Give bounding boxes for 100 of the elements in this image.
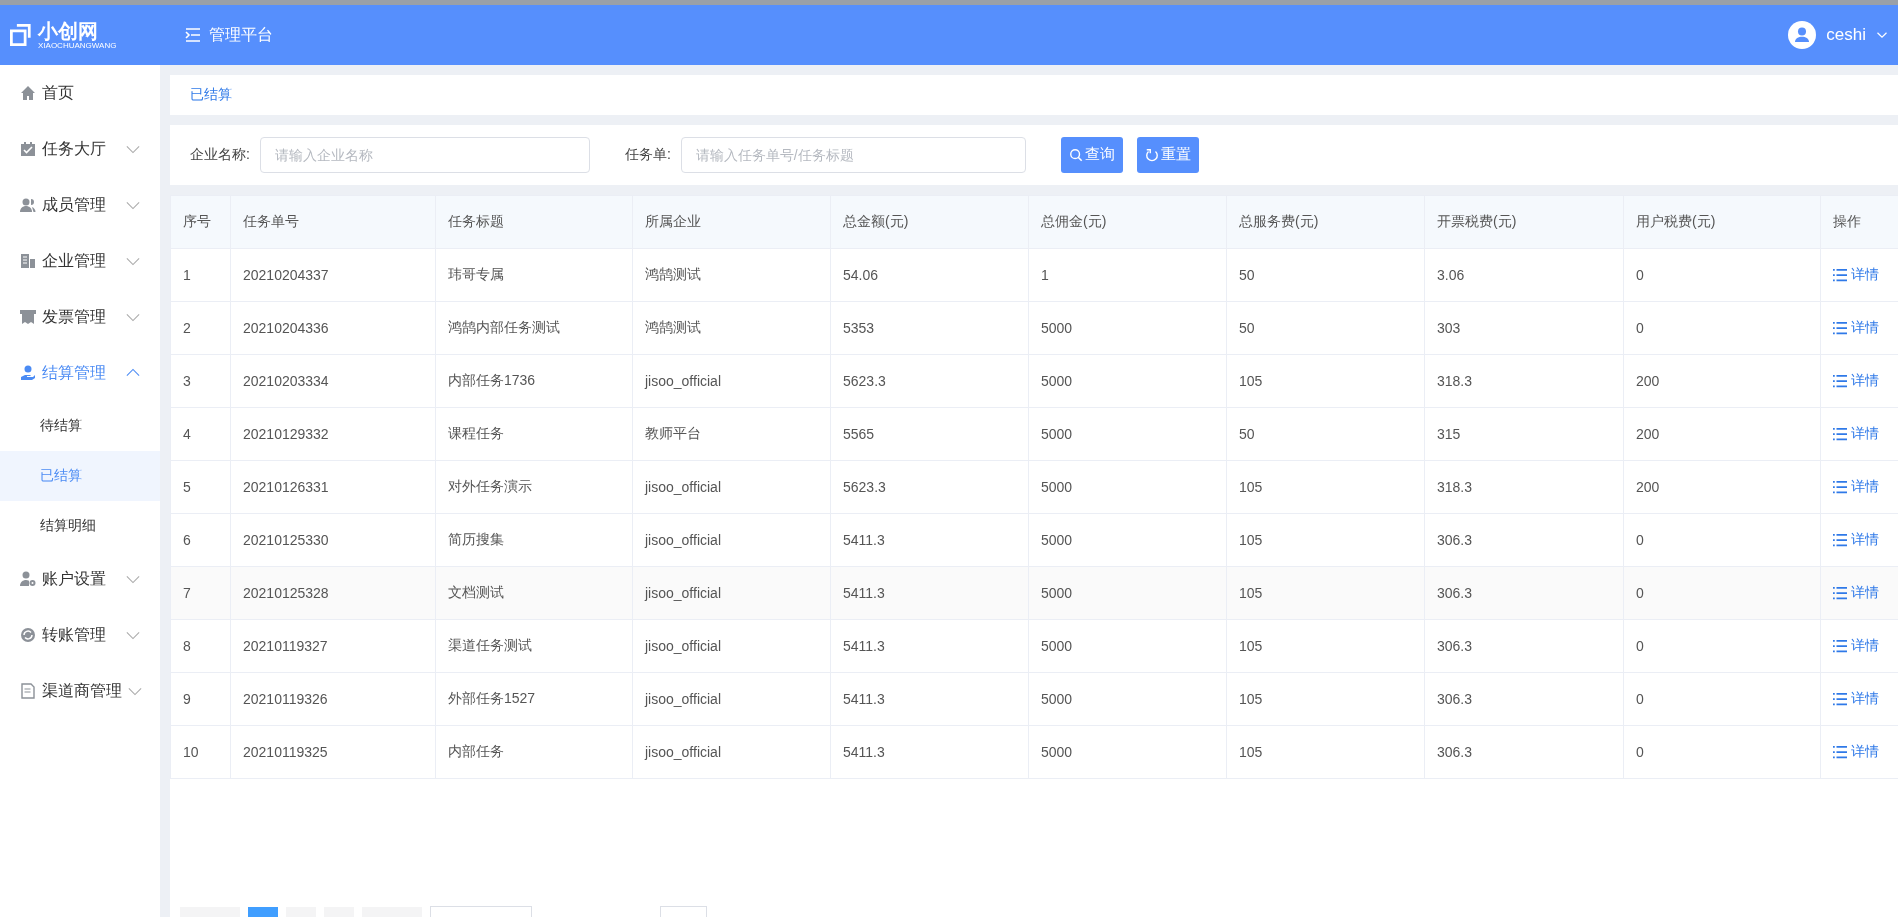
table-cell: 315: [1424, 407, 1624, 461]
table-cell: 5565: [830, 407, 1029, 461]
list-icon: [1833, 532, 1847, 547]
sidebar-item[interactable]: 首页: [0, 65, 160, 121]
table-cell: 105: [1226, 725, 1425, 779]
table-cell: 306.3: [1424, 566, 1624, 620]
table-cell: 内部任务1736: [435, 354, 633, 408]
sidebar-item[interactable]: 任务大厅: [0, 121, 160, 177]
sidebar-item[interactable]: 结算管理: [0, 345, 160, 401]
column-header: 操作: [1820, 195, 1898, 249]
table-cell: jisoo_official: [632, 513, 831, 567]
column-header: 总服务费(元): [1226, 195, 1425, 249]
column-header: 用户税费(元): [1623, 195, 1821, 249]
page-size-select[interactable]: [430, 906, 532, 917]
sidebar-item[interactable]: 转账管理: [0, 607, 160, 663]
table-cell: 20210119326: [230, 672, 436, 726]
table-cell: 5000: [1028, 619, 1227, 673]
menu-icon: [185, 27, 201, 43]
table-cell: 5411.3: [830, 619, 1029, 673]
table-cell: 303: [1424, 301, 1624, 355]
users-icon: [20, 197, 36, 213]
table-cell: 200: [1623, 460, 1821, 514]
user-name[interactable]: ceshi: [1826, 25, 1866, 45]
table-cell: 鸿鹄测试: [632, 248, 831, 302]
table-cell: 5000: [1028, 725, 1227, 779]
table-cell: 内部任务: [435, 725, 633, 779]
sidebar-item[interactable]: 成员管理: [0, 177, 160, 233]
table-cell: 20210129332: [230, 407, 436, 461]
column-header: 总佣金(元): [1028, 195, 1227, 249]
table-cell: 105: [1226, 566, 1425, 620]
table-cell: 渠道任务测试: [435, 619, 633, 673]
column-header: 总金额(元): [830, 195, 1029, 249]
table-cell: 5000: [1028, 672, 1227, 726]
table-cell: 105: [1226, 619, 1425, 673]
input-field[interactable]: 请输入任务单号/任务标题: [680, 136, 1026, 173]
breadcrumb-item[interactable]: 已结算: [190, 85, 232, 104]
table-cell: 50: [1226, 248, 1425, 302]
reset-button[interactable]: 重置: [1136, 136, 1199, 173]
field-label: 任务单:: [624, 145, 671, 164]
table-cell: 306.3: [1424, 619, 1624, 673]
table-cell: 200: [1623, 354, 1821, 408]
table-cell: 0: [1623, 513, 1821, 567]
pagination-button[interactable]: [248, 907, 278, 917]
table-cell: 306.3: [1424, 672, 1624, 726]
table-cell: 0: [1623, 566, 1821, 620]
sidebar-item[interactable]: 发票管理: [0, 289, 160, 345]
sidebar-subitem[interactable]: 已结算: [0, 451, 160, 501]
column-header: 序号: [170, 195, 231, 249]
table-cell: 3: [170, 354, 231, 408]
table-cell: 105: [1226, 354, 1425, 408]
field-label: 企业名称:: [190, 145, 250, 164]
table-cell: 鸿鹄内部任务测试: [435, 301, 633, 355]
table-cell: 50: [1226, 407, 1425, 461]
table-cell: 5000: [1028, 301, 1227, 355]
table-cell: 50: [1226, 301, 1425, 355]
table-cell: 5411.3: [830, 566, 1029, 620]
search-button[interactable]: 查询: [1060, 136, 1123, 173]
table-cell: 105: [1226, 460, 1425, 514]
sidebar-subitem[interactable]: 结算明细: [0, 501, 160, 551]
page-jump-field[interactable]: [660, 906, 707, 917]
table-cell: 8: [170, 619, 231, 673]
table-cell: 1: [1028, 248, 1227, 302]
table-cell: jisoo_official: [632, 354, 831, 408]
table-cell: 5353: [830, 301, 1029, 355]
column-header: 任务单号: [230, 195, 436, 249]
table-cell: 5: [170, 460, 231, 514]
table-cell: 3.06: [1424, 248, 1624, 302]
table-cell: 9: [170, 672, 231, 726]
table-cell: 105: [1226, 513, 1425, 567]
list-icon: [1833, 744, 1847, 759]
sidebar-item[interactable]: 企业管理: [0, 233, 160, 289]
home-icon: [20, 85, 36, 101]
table-cell: 306.3: [1424, 725, 1624, 779]
table-cell: 课程任务: [435, 407, 633, 461]
table-cell: 0: [1623, 672, 1821, 726]
input-field[interactable]: 请输入企业名称: [259, 136, 590, 173]
table-cell: 7: [170, 566, 231, 620]
table-cell: 5411.3: [830, 672, 1029, 726]
table-cell: jisoo_official: [632, 566, 831, 620]
list-icon: [1833, 479, 1847, 494]
sidebar-item[interactable]: 账户设置: [0, 551, 160, 607]
table-cell: 5000: [1028, 513, 1227, 567]
table-cell: jisoo_official: [632, 725, 831, 779]
table-cell: 105: [1226, 672, 1425, 726]
table-cell: 5000: [1028, 460, 1227, 514]
logo-text: 小创网: [38, 20, 98, 41]
logo-subtitle: XIAOCHUANGWANG: [38, 40, 117, 50]
table-cell: 20210203334: [230, 354, 436, 408]
person-hand-icon: [20, 365, 36, 381]
table-cell: 5000: [1028, 354, 1227, 408]
building-icon: [20, 253, 36, 269]
sidebar-subitem[interactable]: 待结算: [0, 401, 160, 451]
avatar-icon: [1788, 21, 1817, 49]
table-cell: 4: [170, 407, 231, 461]
table-cell: 5000: [1028, 566, 1227, 620]
calendar-icon: [20, 141, 36, 157]
table-cell: 对外任务演示: [435, 460, 633, 514]
sidebar-item[interactable]: 渠道商管理: [0, 663, 160, 719]
table-cell: 0: [1623, 725, 1821, 779]
list-icon: [1833, 320, 1847, 335]
